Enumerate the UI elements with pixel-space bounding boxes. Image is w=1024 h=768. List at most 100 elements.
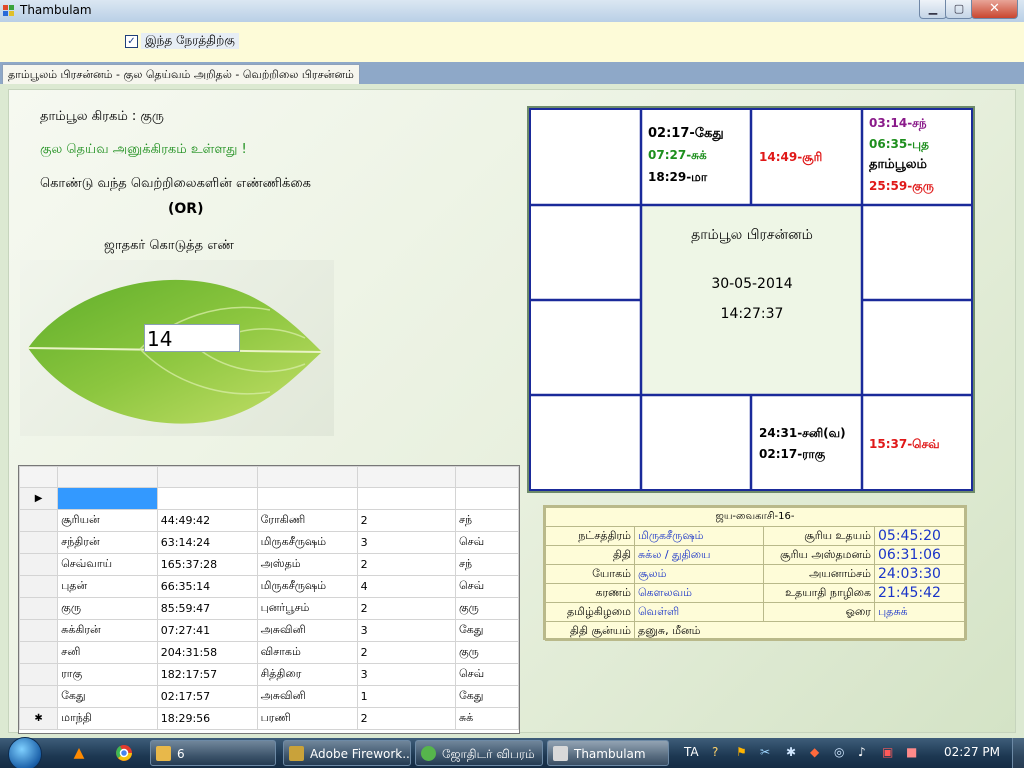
- close-button[interactable]: ✕: [971, 0, 1018, 19]
- table-cell[interactable]: ரோகிணி: [256, 509, 358, 532]
- table-cell[interactable]: சித்திரை: [256, 663, 358, 686]
- table-cell[interactable]: சனி: [57, 641, 158, 664]
- table-cell[interactable]: 2: [356, 509, 456, 532]
- table-row[interactable]: செவ்வாய் 165:37:28 அஸ்தம் 2 சந்: [19, 553, 519, 576]
- table-cell[interactable]: 2: [356, 707, 456, 730]
- table-cell[interactable]: 85:59:47: [156, 597, 258, 620]
- power-icon[interactable]: ■: [906, 745, 917, 759]
- table-cell[interactable]: 07:27:41: [156, 619, 258, 642]
- table-row[interactable]: கேது 02:17:57 அசுவினி 1 கேது: [19, 685, 519, 708]
- table-cell[interactable]: 3: [356, 619, 456, 642]
- maximize-button[interactable]: ▢: [945, 0, 973, 19]
- taskbar-fireworks-button[interactable]: Adobe Firework...: [283, 740, 411, 766]
- table-cell[interactable]: கேது: [454, 685, 519, 708]
- table-cell[interactable]: குரு: [454, 641, 519, 664]
- table-cell[interactable]: சந்: [454, 509, 519, 532]
- table-cell[interactable]: 66:35:14: [156, 575, 258, 598]
- table-cell[interactable]: செவ்: [454, 663, 519, 686]
- grid-header-cell[interactable]: [57, 466, 158, 488]
- table-cell[interactable]: சுக்கிரன்: [57, 619, 158, 642]
- table-cell[interactable]: [356, 487, 456, 510]
- table-cell[interactable]: 2: [356, 597, 456, 620]
- taskbar-thambulam-button[interactable]: Thambulam: [547, 740, 669, 766]
- table-cell[interactable]: செவ்: [454, 575, 519, 598]
- clock[interactable]: 02:27 PM: [944, 745, 1000, 759]
- table-row[interactable]: சூரியன் 44:49:42 ரோகிணி 2 சந்: [19, 509, 519, 532]
- chrome-icon[interactable]: [115, 744, 133, 762]
- table-cell[interactable]: 1: [356, 685, 456, 708]
- grid-header-cell[interactable]: [256, 466, 358, 488]
- table-cell[interactable]: 204:31:58: [156, 641, 258, 664]
- table-cell[interactable]: அசுவினி: [256, 685, 358, 708]
- tray-sync-icon[interactable]: ◎: [834, 745, 844, 759]
- table-cell[interactable]: சூரியன்: [57, 509, 158, 532]
- tray-action-center-icon[interactable]: ⚑: [736, 745, 747, 759]
- table-cell[interactable]: சுக்: [454, 707, 519, 730]
- grid-header-cell[interactable]: [156, 466, 258, 488]
- number-input[interactable]: 14: [144, 324, 240, 352]
- table-cell[interactable]: அசுவினி: [256, 619, 358, 642]
- table-cell[interactable]: விசாகம்: [256, 641, 358, 664]
- table-row[interactable]: ராகு 182:17:57 சித்திரை 3 செவ்: [19, 663, 519, 686]
- table-cell[interactable]: சந்திரன்: [57, 531, 158, 554]
- bluetooth-icon[interactable]: ✱: [786, 745, 796, 759]
- table-cell[interactable]: 44:49:42: [156, 509, 258, 532]
- table-row[interactable]: குரு 85:59:47 புனர்பூசம் 2 குரு: [19, 597, 519, 620]
- table-row[interactable]: புதன் 66:35:14 மிருகசீருஷம் 4 செவ்: [19, 575, 519, 598]
- table-cell[interactable]: 2: [356, 553, 456, 576]
- tray-app-icon[interactable]: ◆: [810, 745, 819, 759]
- table-cell[interactable]: 165:37:28: [156, 553, 258, 576]
- table-cell[interactable]: செவ்: [454, 531, 519, 554]
- table-row[interactable]: சனி 204:31:58 விசாகம் 2 குரு: [19, 641, 519, 664]
- table-cell[interactable]: 18:29:56: [156, 707, 258, 730]
- this-time-checkbox[interactable]: ✓: [125, 35, 138, 48]
- table-cell[interactable]: செவ்வாய்: [57, 553, 158, 576]
- tray-tools-icon[interactable]: ✂: [760, 745, 770, 759]
- table-cell[interactable]: 4: [356, 575, 456, 598]
- show-desktop-button[interactable]: [1012, 738, 1024, 768]
- table-cell[interactable]: 3: [356, 531, 456, 554]
- table-cell[interactable]: புனர்பூசம்: [256, 597, 358, 620]
- taskbar-astrologer-button[interactable]: ஜோதிடர் விபரம்: [415, 740, 543, 766]
- table-cell[interactable]: 02:17:57: [156, 685, 258, 708]
- vlc-icon[interactable]: ▲: [70, 744, 88, 762]
- table-cell[interactable]: குரு: [57, 597, 158, 620]
- table-cell[interactable]: [454, 487, 519, 510]
- table-cell[interactable]: குரு: [454, 597, 519, 620]
- table-row[interactable]: ▶: [19, 487, 519, 510]
- minimize-button[interactable]: ▁: [919, 0, 947, 19]
- volume-icon[interactable]: ♪: [858, 745, 866, 759]
- language-indicator[interactable]: TA: [684, 745, 699, 759]
- table-cell[interactable]: 3: [356, 663, 456, 686]
- tray-help-icon[interactable]: ?: [712, 745, 718, 759]
- table-cell[interactable]: சந்: [454, 553, 519, 576]
- table-row[interactable]: ✱ மாந்தி 18:29:56 பரணி 2 சுக்: [19, 707, 519, 730]
- planet-grid[interactable]: ▶ சூரியன் 44:49:42 ரோகிணி 2 சந் சந்திரன் 63:1…: [18, 465, 520, 734]
- table-cell[interactable]: அஸ்தம்: [256, 553, 358, 576]
- network-icon[interactable]: ▣: [882, 745, 893, 759]
- table-cell[interactable]: பரணி: [256, 707, 358, 730]
- table-row[interactable]: சுக்கிரன் 07:27:41 அசுவினி 3 கேது: [19, 619, 519, 642]
- start-button[interactable]: [8, 737, 42, 768]
- grid-header-cell[interactable]: [454, 466, 519, 488]
- table-cell[interactable]: கேது: [454, 619, 519, 642]
- table-cell[interactable]: [156, 487, 258, 510]
- tab-thambulam-prasannam[interactable]: தாம்பூலம் பிரசன்னம் - குல தெய்வம் அறிதல்…: [2, 64, 360, 84]
- table-cell[interactable]: கேது: [57, 685, 158, 708]
- table-row[interactable]: சந்திரன் 63:14:24 மிருகசீருஷம் 3 செவ்: [19, 531, 519, 554]
- table-cell[interactable]: 63:14:24: [156, 531, 258, 554]
- table-cell[interactable]: புதன்: [57, 575, 158, 598]
- table-cell[interactable]: மிருகசீருஷம்: [256, 575, 358, 598]
- table-cell[interactable]: மாந்தி: [57, 707, 158, 730]
- table-cell[interactable]: 2: [356, 641, 456, 664]
- taskbar-folder-button[interactable]: 6: [150, 740, 276, 766]
- chart-cancer-line: 06:35-புத: [869, 137, 929, 151]
- this-time-checkbox-label[interactable]: இந்த நேரத்திற்கு: [141, 33, 239, 49]
- panchang-value: கௌலவம்: [634, 583, 764, 603]
- table-cell[interactable]: 182:17:57: [156, 663, 258, 686]
- table-cell[interactable]: [256, 487, 358, 510]
- table-cell[interactable]: ராகு: [57, 663, 158, 686]
- grid-header-cell[interactable]: [356, 466, 456, 488]
- selected-cell[interactable]: [57, 487, 158, 510]
- table-cell[interactable]: மிருகசீருஷம்: [256, 531, 358, 554]
